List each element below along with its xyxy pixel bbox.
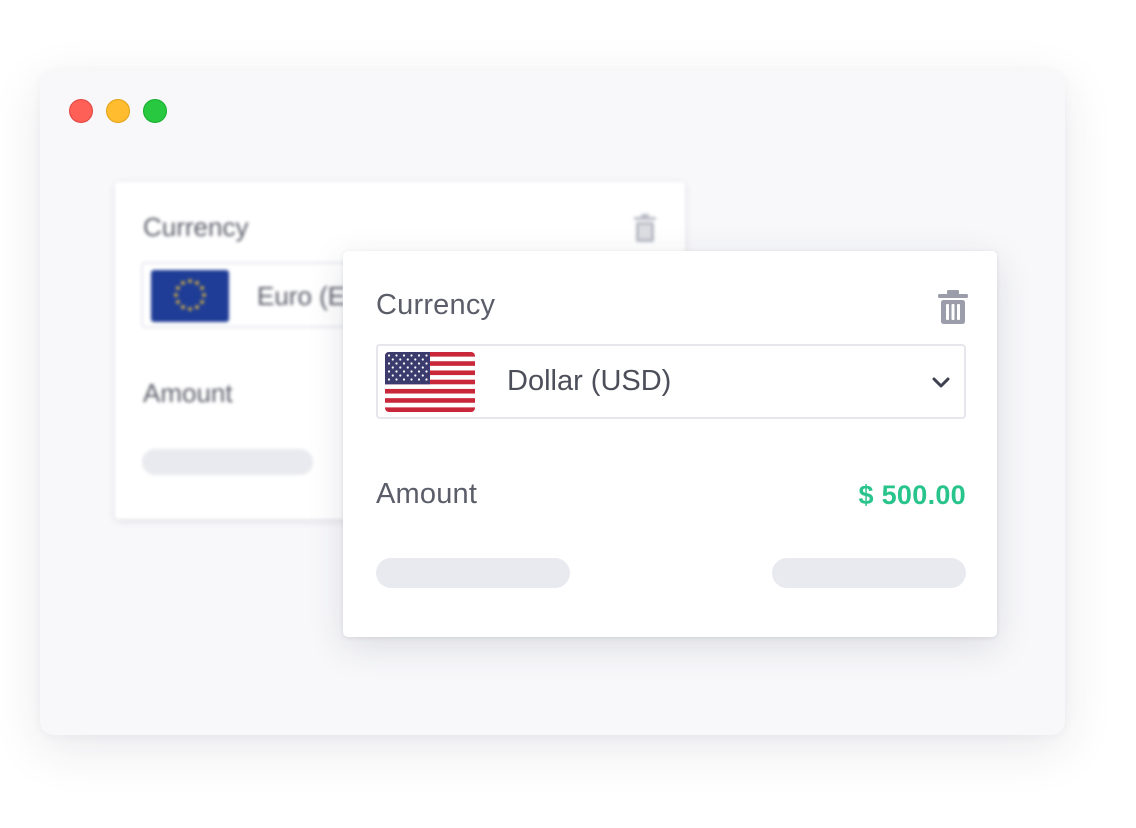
currency-label: Currency: [143, 212, 249, 242]
close-button[interactable]: [69, 99, 93, 123]
trash-icon[interactable]: [634, 214, 656, 242]
selected-currency: Euro (E: [257, 281, 346, 311]
amount-value: $ 500.00: [858, 480, 966, 510]
minimize-button[interactable]: [106, 99, 130, 123]
delete-button[interactable]: [933, 288, 973, 328]
amount-label: Amount: [143, 378, 233, 408]
selected-currency: Dollar (USD): [507, 365, 672, 397]
placeholder-bar-left: [376, 558, 570, 588]
maximize-button[interactable]: [143, 99, 167, 123]
currency-card: Currency Dollar (USD) Amount $ 500.00: [343, 251, 997, 637]
chevron-down-icon[interactable]: [929, 370, 953, 394]
currency-select[interactable]: Dollar (USD): [376, 344, 966, 419]
trash-icon: [938, 290, 968, 324]
eu-flag-icon: [151, 270, 229, 322]
us-flag-icon: [385, 352, 475, 412]
amount-label: Amount: [376, 478, 478, 510]
window-controls: [69, 99, 167, 123]
placeholder-bar: [142, 449, 313, 475]
placeholder-bar-right: [772, 558, 966, 588]
currency-label: Currency: [376, 289, 496, 321]
